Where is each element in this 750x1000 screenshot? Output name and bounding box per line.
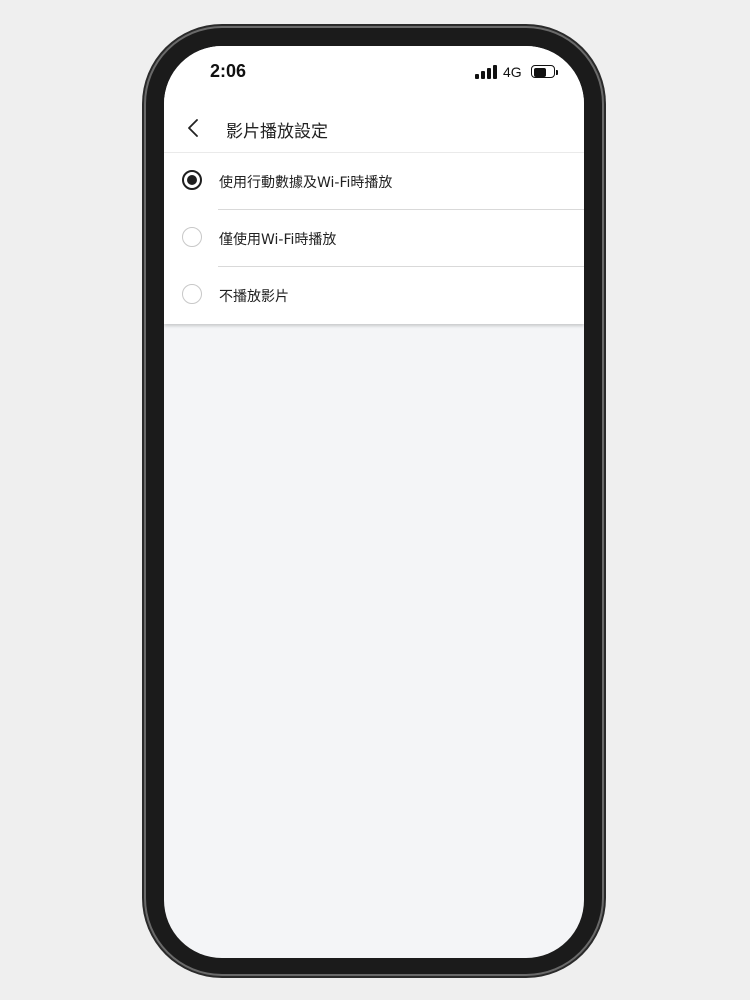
status-bar: 2:06 4G bbox=[164, 46, 584, 104]
option-label: 不播放影片 bbox=[219, 289, 289, 305]
back-button[interactable] bbox=[180, 114, 208, 142]
nav-bar: 影片播放設定 bbox=[164, 104, 584, 153]
chevron-left-icon bbox=[188, 119, 198, 137]
video-playback-options: 使用行動數據及Wi-Fi時播放 僅使用Wi-Fi時播放 不播放影片 bbox=[164, 153, 584, 324]
radio-unselected-icon[interactable] bbox=[182, 227, 202, 247]
option-no-autoplay[interactable]: 不播放影片 bbox=[164, 267, 584, 324]
radio-unselected-icon[interactable] bbox=[182, 284, 202, 304]
option-label: 使用行動數據及Wi-Fi時播放 bbox=[219, 175, 393, 191]
phone-screen: 2:06 4G 影片播放設定 使用行動數據及Wi-Fi時播放 僅使用Wi-Fi時… bbox=[164, 46, 584, 958]
device-frame: 2:06 4G 影片播放設定 使用行動數據及Wi-Fi時播放 僅使用Wi-Fi時… bbox=[0, 0, 750, 1000]
battery-icon bbox=[531, 65, 558, 78]
option-mobile-and-wifi[interactable]: 使用行動數據及Wi-Fi時播放 bbox=[164, 153, 584, 210]
network-type: 4G bbox=[503, 64, 522, 80]
signal-icon bbox=[475, 65, 497, 79]
option-label: 僅使用Wi-Fi時播放 bbox=[219, 232, 337, 248]
status-time: 2:06 bbox=[210, 61, 247, 81]
radio-selected-icon[interactable] bbox=[182, 170, 202, 190]
page-title: 影片播放設定 bbox=[226, 122, 328, 142]
option-wifi-only[interactable]: 僅使用Wi-Fi時播放 bbox=[164, 210, 584, 267]
